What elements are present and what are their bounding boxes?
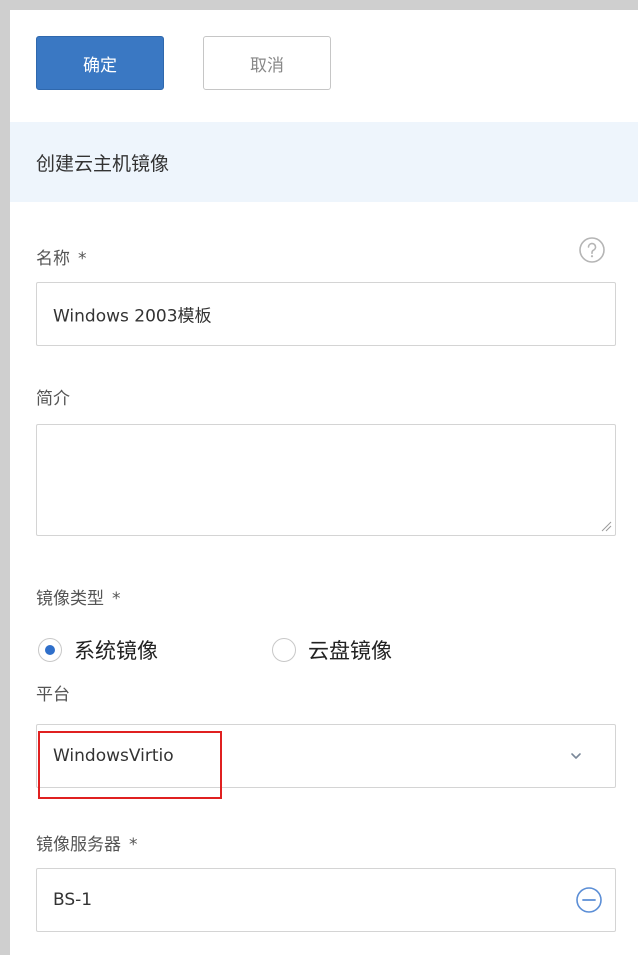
required-mark: * bbox=[129, 835, 138, 855]
radio-checked-icon[interactable] bbox=[38, 638, 62, 662]
confirm-button[interactable]: 确定 bbox=[36, 36, 164, 90]
radio-disk-image[interactable]: 云盘镜像 bbox=[272, 630, 392, 670]
description-textarea[interactable] bbox=[36, 424, 616, 536]
name-input-value: Windows 2003模板 bbox=[53, 306, 212, 327]
name-label: 名称 * bbox=[36, 249, 87, 269]
image-type-label: 镜像类型 * bbox=[36, 589, 121, 609]
cancel-button[interactable]: 取消 bbox=[203, 36, 331, 90]
annotation-highlight-box bbox=[38, 731, 222, 799]
image-server-field[interactable]: BS-1 bbox=[36, 868, 616, 932]
chevron-down-icon[interactable] bbox=[569, 751, 583, 761]
radio-system-image[interactable]: 系统镜像 bbox=[38, 630, 158, 670]
section-title: 创建云主机镜像 bbox=[36, 152, 170, 175]
section-header: 创建云主机镜像 bbox=[10, 122, 638, 202]
radio-system-image-label: 系统镜像 bbox=[74, 639, 158, 663]
minus-circle-icon[interactable] bbox=[575, 886, 603, 914]
image-server-label: 镜像服务器 * bbox=[36, 835, 138, 855]
window-frame-top bbox=[0, 0, 638, 10]
radio-unchecked-icon[interactable] bbox=[272, 638, 296, 662]
resize-grip-icon[interactable] bbox=[600, 520, 612, 532]
window-frame-left bbox=[0, 0, 10, 955]
radio-disk-image-label: 云盘镜像 bbox=[308, 639, 392, 663]
platform-label: 平台 bbox=[36, 685, 70, 705]
name-input[interactable]: Windows 2003模板 bbox=[36, 282, 616, 346]
image-server-value: BS-1 bbox=[53, 890, 93, 910]
create-image-panel: 确定 取消 创建云主机镜像 名称 * Windows 2003模板 简介 镜像类型… bbox=[10, 10, 638, 955]
help-circle-icon[interactable] bbox=[578, 236, 606, 264]
required-mark: * bbox=[78, 249, 87, 269]
description-label: 简介 bbox=[36, 389, 70, 409]
required-mark: * bbox=[112, 589, 121, 609]
